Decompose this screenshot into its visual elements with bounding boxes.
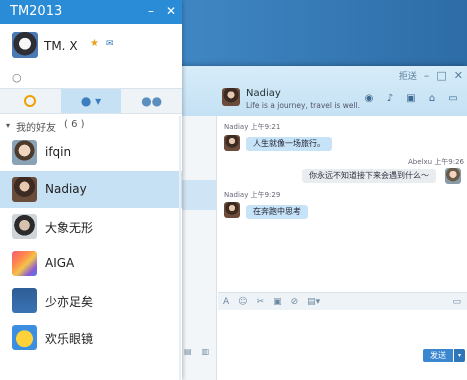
group-count: ( 6 ) bbox=[64, 119, 85, 130]
message-bubble: 在奔跑中思考 bbox=[246, 205, 308, 219]
tab-recent[interactable] bbox=[0, 88, 61, 114]
close-icon[interactable]: ✕ bbox=[166, 4, 176, 18]
send-options-chevron-icon[interactable]: ▾ bbox=[454, 349, 465, 362]
font-icon[interactable]: A bbox=[223, 297, 229, 307]
expand-icon[interactable]: ▭ bbox=[452, 297, 461, 307]
chat-contact-name: Nadiay bbox=[246, 88, 281, 99]
main-panel: TM2013 – ✕ TM. X ★ ✉ ○ ● ▾ ●● ▾ 我的好友 ( 6… bbox=[0, 0, 183, 380]
friend-name: ifqin bbox=[45, 145, 72, 159]
side-icon-2[interactable]: ▥ bbox=[202, 347, 210, 356]
side-bottom-icons: ▤ ▥ bbox=[184, 347, 209, 356]
list-item[interactable]: Nadiay bbox=[0, 171, 182, 208]
friend-name: AIGA bbox=[45, 256, 75, 270]
history-icon[interactable]: ▤▾ bbox=[307, 297, 320, 307]
profile-section: TM. X ★ ✉ bbox=[0, 24, 182, 68]
chat-header: 拒送 – □ ✕ Nadiay Life is a journey, trave… bbox=[178, 66, 467, 116]
emoji-icon[interactable]: ☺ bbox=[238, 297, 247, 307]
side-icon-1[interactable]: ▤ bbox=[184, 347, 192, 356]
maximize-icon[interactable]: □ bbox=[436, 70, 446, 81]
message-time: 上午9:26 bbox=[434, 158, 465, 166]
image-icon[interactable]: ▣ bbox=[273, 297, 282, 307]
block-icon[interactable]: ⊘ bbox=[291, 297, 299, 307]
list-item[interactable]: AIGA bbox=[0, 245, 182, 282]
search-bar[interactable]: ○ bbox=[0, 68, 182, 88]
message-sender: Abelxu bbox=[408, 158, 433, 166]
message-sender: Nadiay bbox=[224, 123, 249, 131]
message-time: 上午9:29 bbox=[250, 191, 281, 199]
screenshot-icon[interactable]: ✂ bbox=[257, 297, 265, 307]
avatar bbox=[12, 251, 37, 276]
message-bubble: 人生就像一场旅行。 bbox=[246, 137, 332, 151]
input-toolbar: A ☺ ✂ ▣ ⊘ ▤▾ ▭ bbox=[218, 292, 467, 310]
group-header[interactable]: ▾ 我的好友 ( 6 ) bbox=[0, 116, 182, 134]
message-input[interactable] bbox=[218, 310, 467, 346]
list-item[interactable]: 少亦足矣 bbox=[0, 282, 182, 319]
chat-contact-avatar[interactable] bbox=[222, 88, 240, 106]
list-item[interactable]: 大象无形 bbox=[0, 208, 182, 245]
message-avatar[interactable] bbox=[224, 202, 240, 218]
search-icon: ○ bbox=[12, 71, 22, 84]
chevron-down-icon: ▾ bbox=[6, 121, 11, 130]
send-file-icon[interactable]: ▣ bbox=[405, 93, 417, 104]
message-avatar[interactable] bbox=[445, 168, 461, 184]
chat-window-controls: 拒送 – □ ✕ bbox=[399, 69, 463, 82]
message-meta: Nadiay 上午9:29 bbox=[224, 190, 280, 200]
chat-side-column: ▤ ▥ bbox=[178, 116, 217, 380]
side-highlight bbox=[178, 180, 216, 210]
list-item[interactable]: ifqin bbox=[0, 134, 182, 171]
avatar bbox=[12, 288, 37, 313]
mail-icon[interactable]: ✉ bbox=[106, 39, 114, 49]
tab-contacts[interactable]: ● ▾ bbox=[60, 88, 122, 114]
remote-assist-icon[interactable]: ⌂ bbox=[426, 93, 438, 104]
panel-window-controls: – ✕ bbox=[148, 4, 176, 18]
app-title: TM2013 bbox=[10, 4, 63, 19]
minimize-icon[interactable]: – bbox=[148, 4, 154, 18]
message-meta: Nadiay 上午9:21 bbox=[224, 122, 280, 132]
group-label: 我的好友 bbox=[16, 123, 56, 134]
chat-contact-signature: Life is a journey, travel is well. bbox=[246, 101, 361, 110]
send-button[interactable]: 发送 bbox=[423, 349, 453, 362]
message-meta: Abelxu 上午9:26 bbox=[408, 157, 464, 167]
chat-title-hint: 拒送 bbox=[398, 72, 417, 82]
avatar[interactable] bbox=[12, 32, 38, 58]
group-icon: ●● bbox=[141, 94, 163, 108]
message-sender: Nadiay bbox=[224, 191, 249, 199]
video-call-icon[interactable]: ◉ bbox=[363, 93, 375, 104]
message-time: 上午9:21 bbox=[250, 123, 281, 131]
avatar bbox=[12, 214, 37, 239]
friend-name: 大象无形 bbox=[45, 221, 94, 235]
avatar bbox=[12, 325, 37, 350]
clock-icon bbox=[24, 95, 37, 107]
chat-window: 拒送 – □ ✕ Nadiay Life is a journey, trave… bbox=[178, 66, 467, 380]
friend-name: 欢乐眼镜 bbox=[45, 332, 94, 346]
close-icon[interactable]: ✕ bbox=[454, 70, 463, 81]
chat-toolbar: ◉ ♪ ▣ ⌂ ▭ bbox=[363, 93, 459, 104]
voice-call-icon[interactable]: ♪ bbox=[384, 93, 396, 104]
profile-name: TM. X bbox=[44, 39, 78, 53]
person-icon: ● ▾ bbox=[80, 94, 102, 108]
desktop-background-band bbox=[180, 0, 467, 70]
status-star-icon[interactable]: ★ bbox=[90, 38, 99, 49]
friend-name: Nadiay bbox=[45, 182, 87, 196]
tab-groups[interactable]: ●● bbox=[121, 88, 183, 114]
share-screen-icon[interactable]: ▭ bbox=[447, 93, 459, 104]
avatar bbox=[12, 177, 37, 202]
message-avatar[interactable] bbox=[224, 135, 240, 151]
send-row: 发送 ▾ bbox=[218, 346, 467, 380]
tab-bar: ● ▾ ●● bbox=[0, 88, 183, 114]
message-bubble: 你永远不知道接下来会遇到什么～ bbox=[302, 169, 436, 183]
title-bar: TM2013 – ✕ bbox=[0, 0, 182, 24]
scrollbar[interactable] bbox=[179, 116, 181, 380]
list-item[interactable]: 欢乐眼镜 bbox=[0, 319, 182, 356]
friend-name: 少亦足矣 bbox=[45, 295, 94, 309]
minimize-icon[interactable]: – bbox=[424, 70, 430, 81]
avatar bbox=[12, 140, 37, 165]
